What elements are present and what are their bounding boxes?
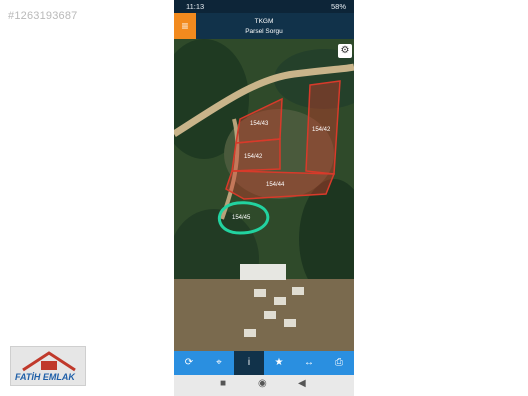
parcel-label: 154/42 xyxy=(312,127,331,133)
parcel-label: 154/44 xyxy=(266,182,285,188)
parcel-label: 154/45 xyxy=(232,215,251,221)
locate-icon: ⌖ xyxy=(216,357,222,368)
info-button[interactable]: i xyxy=(234,351,264,375)
measure-button[interactable]: ↔ xyxy=(294,351,324,375)
gear-icon: ⚙ xyxy=(340,45,350,56)
house-logo-icon xyxy=(22,351,76,372)
app-bar xyxy=(174,13,354,39)
android-nav-bar: ■ ◉ ◀ xyxy=(174,375,354,396)
watermark-logo: FATİH EMLAK xyxy=(10,346,86,386)
locate-button[interactable]: ⌖ xyxy=(204,351,234,375)
info-icon: i xyxy=(247,357,251,368)
listing-id: #1263193687 xyxy=(8,10,78,22)
settings-button[interactable]: ⚙ xyxy=(338,44,352,58)
phone-screenshot: 11:13 58% ≡ TKGM Parsel Sorgu 154/43 154… xyxy=(174,0,354,396)
status-battery: 58% xyxy=(330,2,346,11)
favorite-button[interactable]: ★ xyxy=(264,351,294,375)
refresh-button[interactable]: ⟳ xyxy=(174,351,204,375)
parcel-label: 154/43 xyxy=(250,121,269,127)
refresh-icon: ⟳ xyxy=(184,357,194,368)
app-subtitle: Parsel Sorgu xyxy=(245,28,283,35)
satellite-map[interactable]: 154/43 154/42 154/42 154/44 154/45 xyxy=(174,39,354,351)
print-icon: ⎙ xyxy=(335,357,343,368)
home-icon[interactable]: ◉ xyxy=(258,378,267,389)
watermark-brand: FATİH EMLAK xyxy=(15,372,75,382)
back-icon[interactable]: ◀ xyxy=(298,378,306,389)
status-bar: 11:13 58% xyxy=(174,0,354,13)
app-title: TKGM xyxy=(254,18,274,25)
bottom-toolbar: ⟳ ⌖ i ★ ↔ ⎙ xyxy=(174,351,354,375)
star-icon: ★ xyxy=(274,357,284,368)
status-time: 11:13 xyxy=(186,2,205,11)
menu-button[interactable]: ≡ xyxy=(174,13,196,39)
measure-icon: ↔ xyxy=(304,357,314,368)
parcel-label: 154/42 xyxy=(244,154,263,160)
recents-icon[interactable]: ■ xyxy=(220,378,226,389)
print-button[interactable]: ⎙ xyxy=(324,351,354,375)
